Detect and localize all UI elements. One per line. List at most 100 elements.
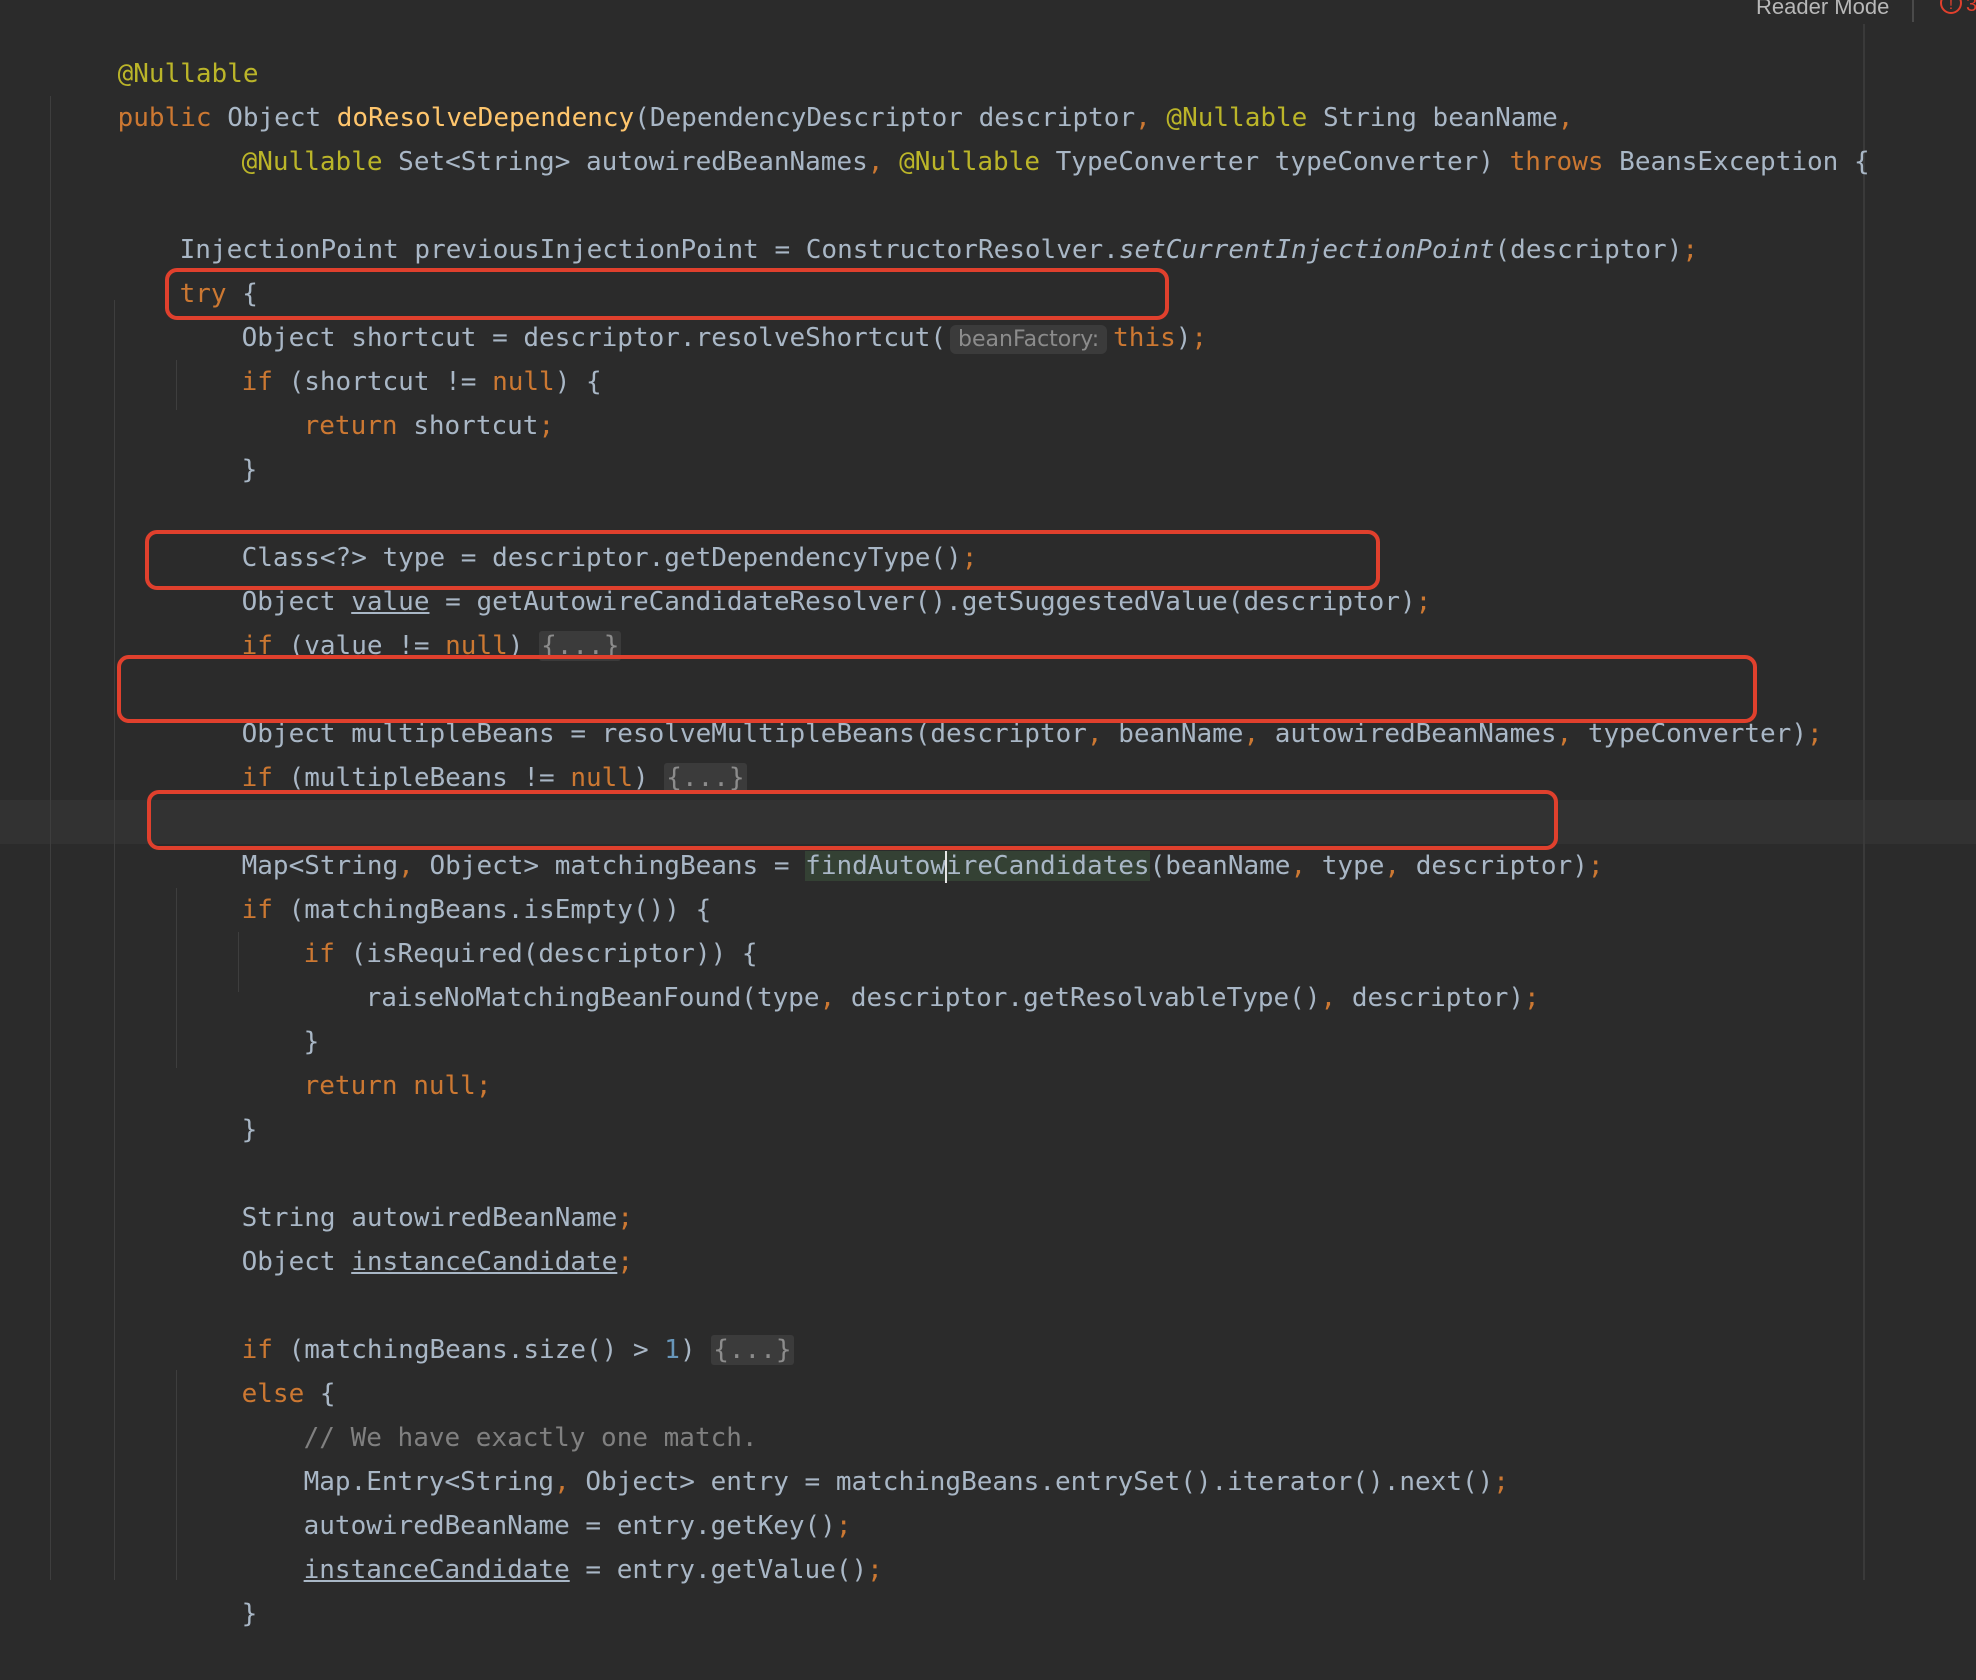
annotation: @Nullable (241, 147, 383, 177)
punctuation: ; (1807, 719, 1823, 749)
error-count[interactable]: 3 (1966, 0, 1976, 17)
method-name-part: ireCandidates (946, 851, 1150, 881)
punctuation: ; (1524, 983, 1540, 1013)
code-text: (multipleBeans != (272, 763, 571, 793)
punctuation: ; (1415, 587, 1432, 617)
code-line: autowiredBeanName = entry.getKey(); (241, 1460, 852, 1541)
punctuation: ; (1587, 851, 1604, 881)
code-line: @Nullable Set<String> autowiredBeanNames… (179, 96, 1870, 177)
static-method-call[interactable]: setCurrentInjectionPoint (1119, 235, 1495, 265)
code-line: if (shortcut != null) { (179, 316, 602, 397)
code-line: } (179, 404, 258, 485)
code-line: try { (117, 228, 258, 309)
punctuation: , (1290, 851, 1322, 881)
code-line: instanceCandidate = entry.getValue(); (241, 1504, 883, 1585)
method-name-part: findAutow (805, 851, 947, 881)
punctuation: , (1384, 851, 1416, 881)
code-line: // We have exactly one match. (241, 1372, 758, 1453)
punctuation: ; (617, 1247, 633, 1277)
highlight-box-multiple-beans (117, 655, 1757, 723)
code-text: = entry.getValue() (569, 1555, 868, 1585)
punctuation: , (1243, 719, 1275, 749)
code-text: descriptor) (1351, 983, 1524, 1013)
code-text: Set<String> autowiredBeanNames (382, 147, 868, 177)
code-text: descriptor.getResolvableType() (850, 983, 1321, 1013)
keyword: throws (1509, 147, 1604, 177)
annotation: @Nullable (899, 147, 1040, 177)
highlight-box-matching-beans (147, 790, 1558, 850)
variable-reassigned[interactable]: instanceCandidate (351, 1247, 617, 1277)
code-line: if (matchingBeans.size() > 1) {...} (179, 1284, 794, 1365)
keyword: return (303, 411, 398, 441)
keyword: return (303, 1071, 398, 1101)
folded-code-block[interactable]: {...} (664, 763, 747, 793)
highlight-box-suggested-value (145, 530, 1380, 590)
code-text: BeansException { (1603, 147, 1870, 177)
code-editor[interactable]: @Nullable public Object doResolveDepende… (0, 0, 1976, 1629)
indent-guide (176, 360, 177, 410)
indent-guide (176, 1370, 177, 1580)
highlight-box-resolve-shortcut (165, 268, 1169, 320)
code-text: } (241, 1599, 258, 1629)
code-line: else { (179, 1328, 336, 1409)
punctuation: ; (1191, 323, 1208, 353)
keyword: this (1113, 323, 1176, 353)
punctuation: , (1556, 719, 1588, 749)
punctuation: , (1320, 983, 1352, 1013)
code-text: } (241, 455, 258, 485)
code-line: } (179, 1548, 258, 1629)
code-line: InjectionPoint previousInjectionPoint = … (117, 184, 1698, 265)
keyword: null (570, 763, 633, 793)
code-text: beanName (1118, 719, 1244, 749)
punctuation: , (1086, 719, 1119, 749)
code-text: InjectionPoint previousInjectionPoint = … (179, 235, 1119, 265)
code-text: (descriptor) (1494, 235, 1683, 265)
code-text: TypeConverter typeConverter) (1039, 147, 1510, 177)
code-line: } (241, 976, 320, 1057)
variable-reassigned[interactable]: instanceCandidate (304, 1555, 570, 1585)
code-text: ) { (554, 367, 602, 397)
code-text: (beanName (1149, 851, 1291, 881)
punctuation: , (819, 983, 851, 1013)
code-text: autowiredBeanNames (1274, 719, 1557, 749)
code-text: } (241, 1115, 258, 1145)
code-line: Object instanceCandidate; (179, 1196, 633, 1277)
reader-mode-button[interactable]: Reader Mode (1756, 0, 1889, 20)
keyword: if (241, 763, 273, 793)
code-line: } (179, 1064, 258, 1145)
indent-guide (176, 888, 177, 1068)
code-text: type (1321, 851, 1385, 881)
toolbar-divider (1912, 0, 1914, 22)
code-line: if (isRequired(descriptor)) { (241, 888, 758, 969)
code-line: return null; (241, 1020, 492, 1101)
right-margin-line (1863, 24, 1865, 1580)
punctuation: ; (867, 1555, 883, 1585)
code-line: return shortcut; (241, 360, 554, 441)
punctuation: , (867, 147, 900, 177)
punctuation: ; (1682, 235, 1699, 265)
code-text: ) (632, 763, 665, 793)
code-text: ) (679, 1335, 712, 1365)
indent-guide (238, 932, 239, 992)
code-line: public Object doResolveDependency(Depend… (55, 52, 1574, 133)
punctuation: ; (475, 1071, 492, 1101)
code-text: descriptor) (1415, 851, 1588, 881)
number-literal: 1 (664, 1335, 680, 1365)
punctuation: ; (1493, 1467, 1509, 1497)
code-line: raiseNoMatchingBeanFound(type, descripto… (303, 932, 1540, 1013)
code-text: Object (241, 1247, 352, 1277)
parameter-hint: beanFactory: (950, 325, 1108, 354)
code-text: typeConverter) (1587, 719, 1807, 749)
indent-guide (114, 300, 115, 1580)
indent-guide (50, 96, 51, 1580)
code-line: Map.Entry<String, Object> entry = matchi… (241, 1416, 1509, 1497)
code-line: if (matchingBeans.isEmpty()) { (179, 844, 712, 925)
keyword: null (413, 1071, 476, 1101)
punctuation: ; (538, 411, 555, 441)
folded-code-block[interactable]: {...} (711, 1335, 794, 1365)
code-text: shortcut (397, 411, 539, 441)
code-line: String autowiredBeanName; (179, 1152, 633, 1233)
method-call-highlighted[interactable]: findAutowireCandidates (805, 850, 1150, 883)
code-line: @Nullable (55, 8, 259, 89)
